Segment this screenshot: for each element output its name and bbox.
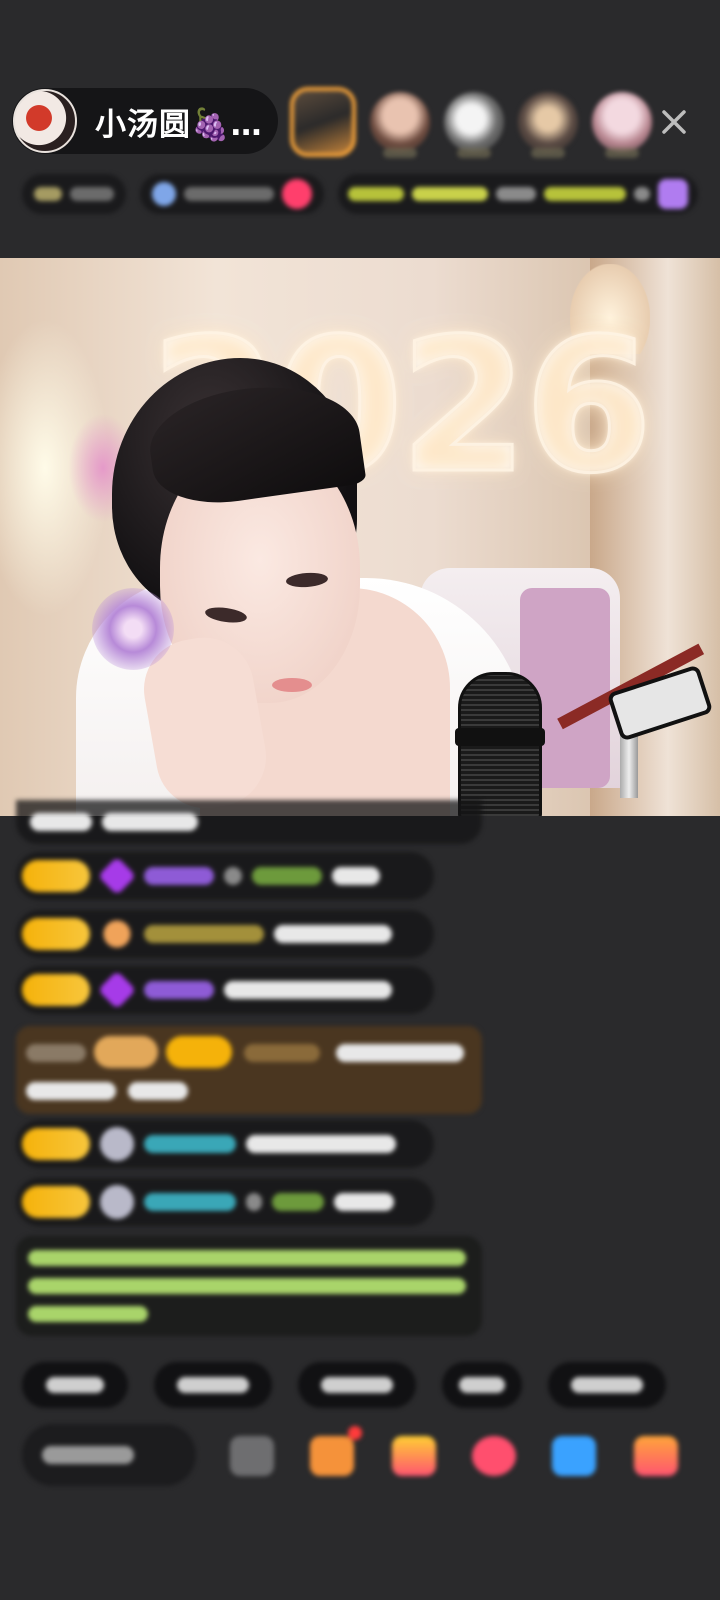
viewer-badge [531,148,565,158]
viewer-avatar[interactable] [370,92,430,158]
rank-text [184,187,274,201]
chat-mention [252,867,322,885]
chat-text [334,1193,394,1211]
level-badge [22,1128,90,1160]
quick-reply-chip[interactable] [298,1362,416,1408]
chat-text [224,867,242,885]
chat-username [144,981,214,999]
viewer-avatar[interactable] [290,87,356,157]
welcome-username [244,1044,320,1062]
host-avatar[interactable] [13,89,77,153]
welcome-banner[interactable] [16,1026,482,1114]
chat-message[interactable] [16,1178,434,1226]
system-notice [16,1236,482,1336]
viewer-badge [605,148,639,158]
notification-dot [348,1426,362,1440]
top-viewers-list [290,86,652,158]
diamond-icon [97,856,137,896]
welcome-text [26,1082,116,1100]
quick-reply-chip[interactable] [442,1362,522,1408]
chat-text [274,925,392,943]
level-badge [22,860,90,892]
level-badge [22,1186,90,1218]
event-icon [658,179,688,209]
rank-chip[interactable] [140,174,324,214]
viewer-avatar[interactable] [592,92,652,158]
streamer-lips [272,678,312,692]
hair-flower [92,588,174,670]
room-stat-chip[interactable] [22,174,126,214]
chat-username [144,1135,236,1153]
quick-reply-label [459,1377,505,1393]
diamond-icon [97,970,137,1010]
level-badge [22,918,90,950]
chat-mention [272,1193,324,1211]
room-stat-text [70,187,114,201]
event-text-5 [634,187,650,201]
notice-line [28,1250,466,1266]
chat-username [144,925,264,943]
fan-club-icon[interactable] [310,1436,354,1476]
viewer-avatar[interactable] [444,92,504,158]
chat-message[interactable] [16,1120,434,1168]
gift-icon[interactable] [634,1436,678,1476]
close-button[interactable] [656,104,692,140]
game-icon[interactable] [552,1436,596,1476]
bottom-toolbar [22,1424,720,1488]
chat-text [30,813,92,831]
red-packet-icon[interactable] [472,1436,516,1476]
chat-text [224,981,392,999]
quick-reply-label [571,1377,643,1393]
microphone-ring [455,728,545,746]
live-video[interactable]: 2026 [0,258,720,816]
notice-line [28,1306,148,1322]
quick-reply-chip[interactable] [22,1362,128,1408]
chat-username [144,1193,236,1211]
chat-input-button[interactable] [22,1424,196,1486]
room-info-bar [22,170,698,218]
chat-message[interactable] [16,852,434,900]
welcome-badge [94,1036,158,1068]
event-text-2 [412,187,488,201]
chat-message[interactable] [16,910,434,958]
badge-icon [97,914,137,954]
event-text-4 [544,187,626,201]
close-icon [662,110,686,134]
emoji-icon[interactable] [230,1436,274,1476]
user-avatar-icon [100,1127,134,1161]
welcome-text [336,1044,464,1062]
chat-message[interactable] [16,800,482,844]
chat-message[interactable] [16,966,434,1014]
host-info-pill[interactable]: 小汤圆🍇… [12,88,278,154]
notice-line [28,1278,466,1294]
welcome-text [128,1082,188,1100]
quick-reply-label [321,1377,393,1393]
user-avatar-icon [100,1185,134,1219]
level-badge [22,974,90,1006]
gift-box-icon[interactable] [392,1436,436,1476]
chat-text [332,867,380,885]
chat-input-placeholder [42,1446,134,1464]
rank-badge [282,179,312,209]
event-text-3 [496,187,536,201]
chat-text [102,813,198,831]
chat-text [246,1193,262,1211]
viewer-avatar[interactable] [518,92,578,158]
quick-reply-label [177,1377,249,1393]
event-text-1 [348,187,404,201]
chat-username [144,867,214,885]
viewer-badge [457,148,491,158]
chat-text [246,1135,396,1153]
viewer-badge [383,148,417,158]
host-name[interactable]: 小汤圆🍇… [95,99,263,144]
quick-reply-label [46,1377,104,1393]
rank-icon [152,182,176,206]
event-banner-chip[interactable] [338,174,698,214]
level-badge [166,1036,232,1068]
quick-reply-chip[interactable] [548,1362,666,1408]
welcome-text [26,1044,86,1062]
quick-reply-row [22,1362,666,1408]
room-stat-icon [34,187,62,201]
quick-reply-chip[interactable] [154,1362,272,1408]
